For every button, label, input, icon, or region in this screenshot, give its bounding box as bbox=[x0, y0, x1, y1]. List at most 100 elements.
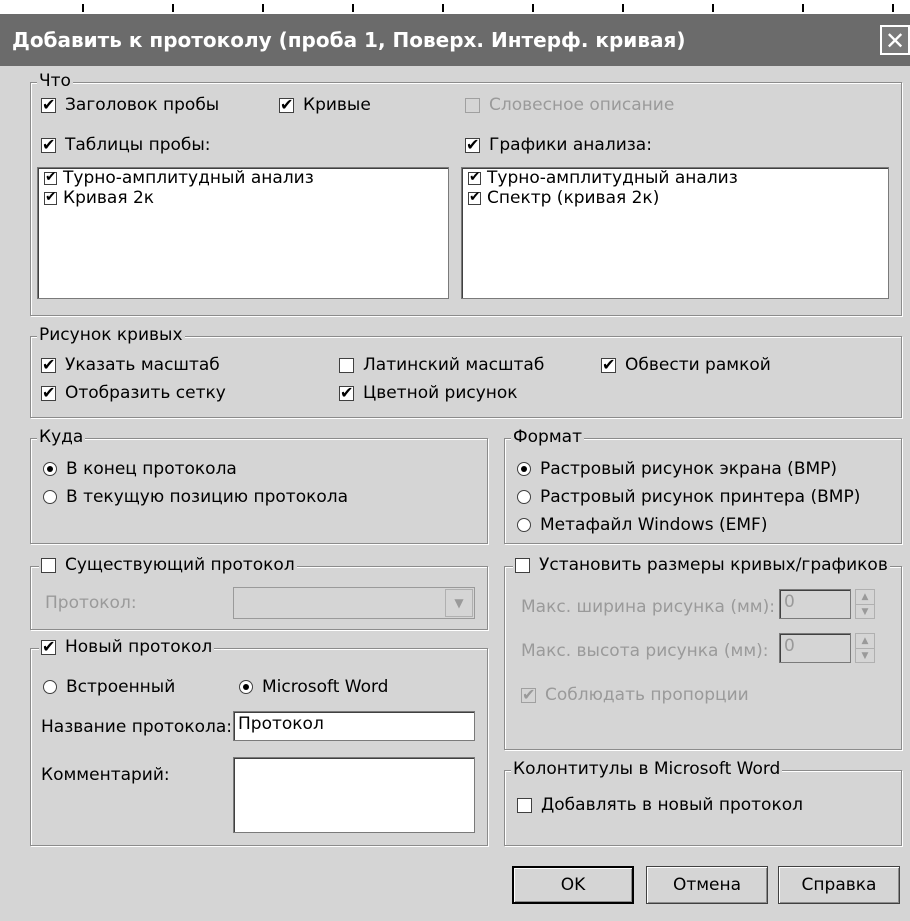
analysis-graphs-checkbox[interactable]: Графики анализа: bbox=[465, 135, 652, 155]
max-width-input[interactable]: 0 bbox=[779, 589, 851, 619]
radio-circle bbox=[517, 518, 531, 532]
latin-scale-checkbox[interactable]: Латинский масштаб bbox=[339, 355, 544, 375]
cancel-button[interactable]: Отмена bbox=[646, 866, 768, 904]
checkbox-box bbox=[41, 637, 56, 656]
list-item[interactable]: Кривая 2к bbox=[38, 188, 448, 208]
new-protocol-label: Новый протокол bbox=[65, 637, 213, 657]
latin-scale-label: Латинский масштаб bbox=[363, 355, 545, 375]
builtin-label: Встроенный bbox=[66, 677, 176, 697]
protocol-name-input[interactable]: Протокол bbox=[233, 711, 475, 741]
checkbox-box bbox=[339, 357, 354, 373]
format-emf-radio[interactable]: Метафайл Windows (EMF) bbox=[517, 515, 767, 535]
verbal-description-checkbox[interactable]: Словесное описание bbox=[465, 95, 674, 115]
list-item[interactable]: Турно-амплитудный анализ bbox=[462, 168, 888, 188]
curves-label: Кривые bbox=[303, 95, 371, 115]
ruler-tick bbox=[892, 4, 894, 12]
ruler-tick bbox=[352, 4, 354, 12]
checkbox-box bbox=[517, 797, 532, 813]
checkbox-box bbox=[41, 95, 56, 114]
keep-proportions-label: Соблюдать пропорции bbox=[545, 685, 749, 705]
max-height-input[interactable]: 0 bbox=[779, 633, 851, 663]
builtin-radio[interactable]: Встроенный bbox=[43, 677, 175, 697]
existing-protocol-label: Существующий протокол bbox=[65, 555, 295, 575]
list-item-label: Спектр (кривая 2к) bbox=[487, 188, 660, 208]
existing-protocol-checkbox[interactable]: Существующий протокол bbox=[39, 555, 297, 575]
help-button[interactable]: Справка bbox=[778, 866, 900, 904]
list-item[interactable]: Турно-амплитудный анализ bbox=[38, 168, 448, 188]
analysis-graphs-list[interactable]: Турно-амплитудный анализ Спектр (кривая … bbox=[461, 167, 889, 299]
comment-textarea[interactable] bbox=[233, 757, 475, 833]
keep-proportions-checkbox[interactable]: Соблюдать пропорции bbox=[521, 685, 749, 705]
show-grid-label: Отобразить сетку bbox=[65, 383, 226, 403]
where-end-radio[interactable]: В конец протокола bbox=[43, 459, 237, 479]
group-where: Куда В конец протокола В текущую позицию… bbox=[30, 427, 488, 544]
radio-circle bbox=[43, 490, 57, 504]
new-protocol-checkbox[interactable]: Новый протокол bbox=[39, 637, 215, 657]
group-what-legend: Что bbox=[37, 71, 73, 91]
microsoft-word-label: Microsoft Word bbox=[262, 677, 389, 697]
radio-circle bbox=[43, 680, 57, 694]
ruler-tick bbox=[82, 4, 84, 12]
group-where-legend: Куда bbox=[37, 427, 86, 447]
radio-circle bbox=[239, 680, 253, 694]
close-icon[interactable]: ✕ bbox=[880, 25, 910, 55]
checkbox-box bbox=[41, 557, 56, 573]
checkbox-box bbox=[339, 383, 354, 402]
ruler-tick bbox=[622, 4, 624, 12]
group-what: Что Заголовок пробы Кривые Словесное опи… bbox=[30, 71, 902, 316]
format-emf-label: Метафайл Windows (EMF) bbox=[540, 515, 768, 535]
group-format: Формат Растровый рисунок экрана (BMP) Ра… bbox=[504, 427, 902, 544]
group-drawing-legend: Рисунок кривых bbox=[37, 325, 185, 345]
format-screen-bmp-label: Растровый рисунок экрана (BMP) bbox=[540, 459, 838, 479]
list-item-label: Турно-амплитудный анализ bbox=[63, 168, 314, 188]
color-drawing-label: Цветной рисунок bbox=[363, 383, 518, 403]
spin-up-icon[interactable]: ▲ bbox=[856, 590, 874, 605]
list-item[interactable]: Спектр (кривая 2к) bbox=[462, 188, 888, 208]
protocol-name-label: Название протокола: bbox=[41, 717, 232, 737]
add-headers-checkbox[interactable]: Добавлять в новый протокол bbox=[517, 795, 803, 815]
ruler-tick bbox=[532, 4, 534, 12]
where-current-radio[interactable]: В текущую позицию протокола bbox=[43, 487, 348, 507]
max-height-label: Макс. высота рисунка (мм): bbox=[521, 641, 769, 661]
max-height-spinner[interactable]: ▲ ▼ bbox=[855, 633, 875, 663]
curves-checkbox[interactable]: Кривые bbox=[279, 95, 371, 115]
checkbox-box bbox=[465, 135, 480, 154]
format-screen-bmp-radio[interactable]: Растровый рисунок экрана (BMP) bbox=[517, 459, 837, 479]
checkbox-box bbox=[515, 557, 530, 573]
radio-circle bbox=[517, 462, 531, 476]
format-printer-bmp-radio[interactable]: Растровый рисунок принтера (BMP) bbox=[517, 487, 860, 507]
title-bar[interactable]: Добавить к протоколу (проба 1, Поверх. И… bbox=[0, 14, 910, 66]
chevron-down-icon[interactable]: ▼ bbox=[445, 589, 473, 617]
show-grid-checkbox[interactable]: Отобразить сетку bbox=[41, 383, 226, 403]
where-current-label: В текущую позицию протокола bbox=[66, 487, 349, 507]
color-drawing-checkbox[interactable]: Цветной рисунок bbox=[339, 383, 518, 403]
where-end-label: В конец протокола bbox=[66, 459, 237, 479]
spin-down-icon[interactable]: ▼ bbox=[856, 605, 874, 619]
ruler-tick bbox=[712, 4, 714, 12]
protocol-select[interactable]: ▼ bbox=[233, 587, 475, 619]
show-scale-checkbox[interactable]: Указать масштаб bbox=[41, 355, 220, 375]
sample-tables-label: Таблицы пробы: bbox=[65, 135, 211, 155]
spin-down-icon[interactable]: ▼ bbox=[856, 649, 874, 663]
ruler-tick bbox=[802, 4, 804, 12]
sample-tables-checkbox[interactable]: Таблицы пробы: bbox=[41, 135, 211, 155]
microsoft-word-radio[interactable]: Microsoft Word bbox=[239, 677, 388, 697]
ruler-tick bbox=[262, 4, 264, 12]
checkbox-box bbox=[279, 95, 294, 114]
sample-header-checkbox[interactable]: Заголовок пробы bbox=[41, 95, 219, 115]
frame-checkbox[interactable]: Обвести рамкой bbox=[601, 355, 771, 375]
ruler-tick bbox=[172, 4, 174, 12]
list-item-label: Турно-амплитудный анализ bbox=[487, 168, 738, 188]
group-headers-footers-legend: Колонтитулы в Microsoft Word bbox=[511, 759, 783, 779]
set-sizes-checkbox[interactable]: Установить размеры кривых/графиков bbox=[513, 555, 890, 575]
ruler-tick bbox=[442, 4, 444, 12]
ok-button[interactable]: OK bbox=[512, 866, 634, 904]
max-width-spinner[interactable]: ▲ ▼ bbox=[855, 589, 875, 619]
sample-tables-list[interactable]: Турно-амплитудный анализ Кривая 2к bbox=[37, 167, 449, 299]
checkbox-box bbox=[468, 189, 481, 205]
radio-circle bbox=[517, 490, 531, 504]
group-format-legend: Формат bbox=[511, 427, 584, 447]
ruler bbox=[0, 0, 910, 14]
spin-up-icon[interactable]: ▲ bbox=[856, 634, 874, 649]
sample-header-label: Заголовок пробы bbox=[65, 95, 220, 115]
